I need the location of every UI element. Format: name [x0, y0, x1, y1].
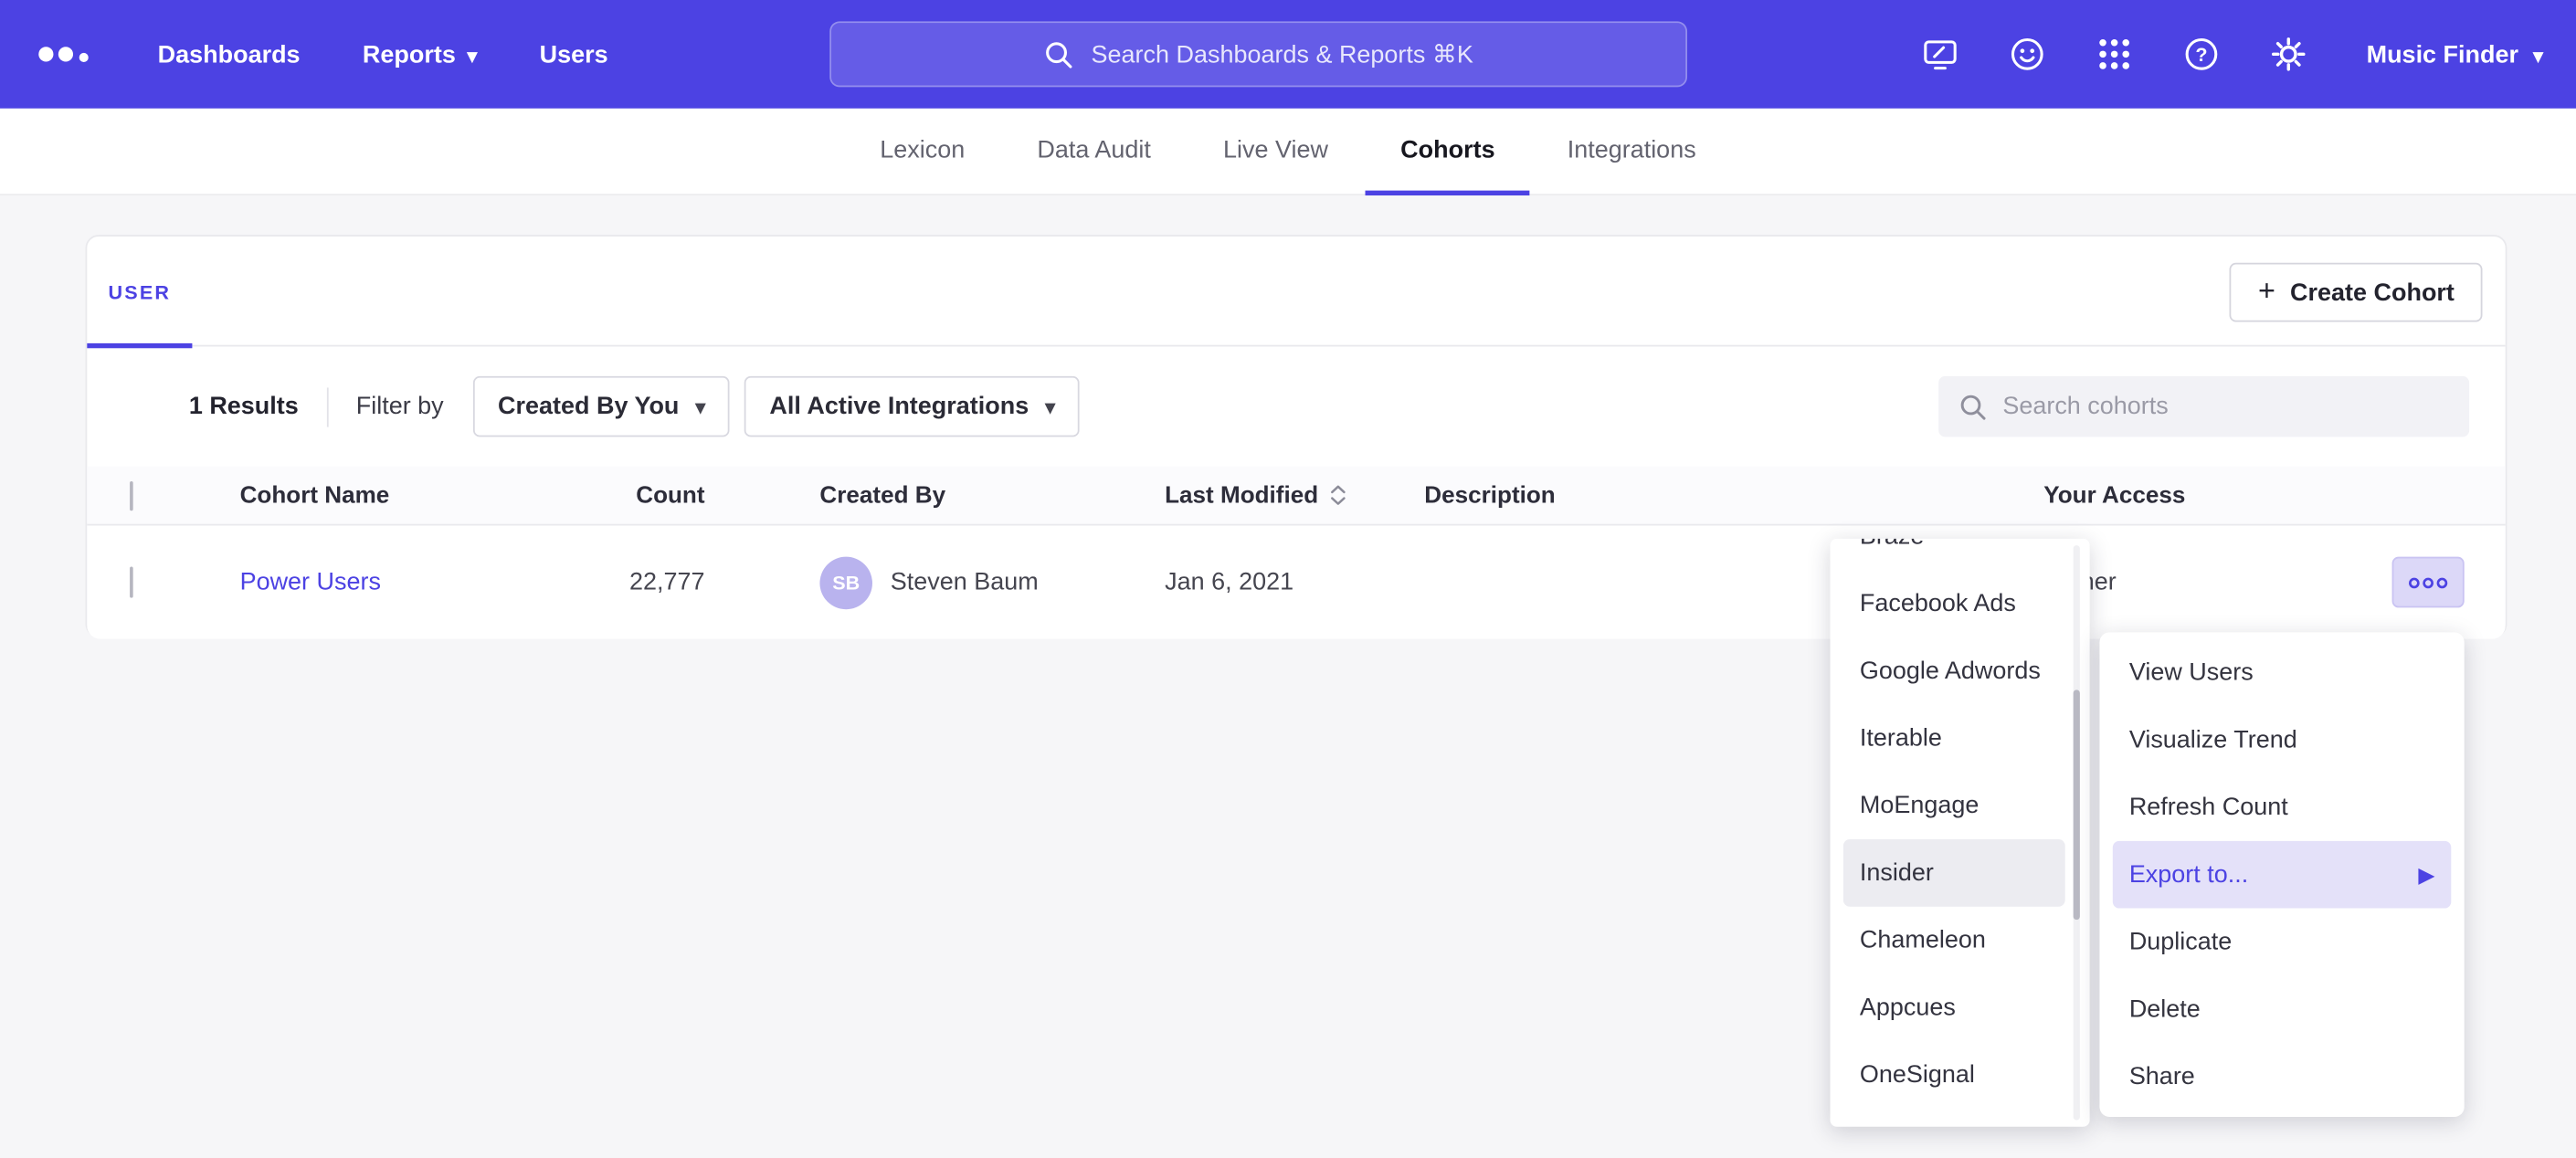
- column-header-cohort-name: Cohort Name: [240, 482, 508, 509]
- svg-text:?: ?: [2196, 43, 2208, 66]
- tab-cohorts-label: Cohorts: [1400, 135, 1494, 163]
- created-by-filter-dropdown[interactable]: Created By You ▾: [473, 376, 730, 437]
- divider: [326, 387, 328, 426]
- tab-integrations-label: Integrations: [1568, 135, 1696, 163]
- menu-item-share[interactable]: Share: [2113, 1043, 2451, 1111]
- integrations-filter-dropdown[interactable]: All Active Integrations ▾: [744, 376, 1080, 437]
- column-header-last-modified[interactable]: Last Modified: [1165, 482, 1424, 509]
- menu-item-iterable[interactable]: Iterable: [1843, 705, 2065, 773]
- nav-item-reports[interactable]: Reports ▾: [363, 40, 477, 68]
- tab-user-cohorts[interactable]: USER: [87, 237, 192, 346]
- menu-item-refresh-count[interactable]: Refresh Count: [2113, 774, 2451, 841]
- tab-cohorts[interactable]: Cohorts: [1366, 109, 1529, 195]
- menu-item-delete[interactable]: Delete: [2113, 975, 2451, 1043]
- column-header-your-access: Your Access: [2043, 482, 2391, 509]
- tab-data-audit-label: Data Audit: [1037, 135, 1150, 163]
- table-header: Cohort Name Count Created By Last Modifi…: [87, 467, 2505, 526]
- monitor-edit-icon[interactable]: [1921, 35, 1960, 74]
- menu-item-export-to[interactable]: Export to... ▶: [2113, 841, 2451, 909]
- account-menu[interactable]: Music Finder ▾: [2367, 40, 2543, 68]
- nav-item-reports-label: Reports: [363, 40, 456, 68]
- menu-item-chameleon[interactable]: Chameleon: [1843, 907, 2065, 974]
- plus-icon: +: [2258, 276, 2275, 305]
- integrations-filter-label: All Active Integrations: [769, 393, 1029, 421]
- table-row: Power Users 22,777 SB Steven Baum Jan 6,…: [87, 526, 2505, 639]
- create-cohort-label: Create Cohort: [2290, 279, 2455, 307]
- row-checkbox[interactable]: [130, 566, 133, 597]
- results-count: 1 Results: [189, 393, 299, 421]
- apps-grid-icon[interactable]: [2096, 35, 2135, 74]
- top-navbar: Dashboards Reports ▾ Users Search Dashbo…: [0, 0, 2576, 109]
- more-options-icon: [2407, 574, 2450, 591]
- caret-down-icon: ▾: [1045, 395, 1055, 418]
- row-actions-button[interactable]: [2392, 557, 2465, 608]
- cohort-count: 22,777: [508, 568, 705, 596]
- nav-item-dashboards[interactable]: Dashboards: [158, 40, 301, 68]
- menu-item-onesignal[interactable]: OneSignal: [1843, 1041, 2065, 1109]
- filter-bar: 1 Results Filter by Created By You ▾ All…: [87, 346, 2505, 466]
- cohort-context-menu-list: View Users Visualize Trend Refresh Count…: [2099, 639, 2464, 1111]
- cohort-name-link[interactable]: Power Users: [240, 568, 381, 596]
- cohort-type-tabs: USER + Create Cohort: [87, 237, 2505, 346]
- your-access-value: Owner: [2043, 568, 2391, 596]
- tab-lexicon[interactable]: Lexicon: [846, 109, 1000, 195]
- tab-integrations[interactable]: Integrations: [1533, 109, 1731, 195]
- menu-item-duplicate[interactable]: Duplicate: [2113, 909, 2451, 976]
- cohort-search-input[interactable]: [2002, 393, 2449, 421]
- column-header-description: Description: [1424, 482, 2043, 509]
- export-destinations-list: Braze Facebook Ads Google Adwords Iterab…: [1830, 539, 2089, 1125]
- cohorts-panel: USER + Create Cohort 1 Results Filter by…: [86, 235, 2507, 637]
- tab-live-view-label: Live View: [1223, 135, 1328, 163]
- menu-item-view-users[interactable]: View Users: [2113, 639, 2451, 707]
- export-destinations-menu: Braze Facebook Ads Google Adwords Iterab…: [1830, 539, 2089, 1127]
- global-search-placeholder: Search Dashboards & Reports ⌘K: [1092, 39, 1473, 68]
- global-search-bar[interactable]: Search Dashboards & Reports ⌘K: [829, 21, 1687, 87]
- column-header-count: Count: [508, 482, 705, 509]
- search-icon: [1043, 38, 1074, 69]
- nav-item-dashboards-label: Dashboards: [158, 40, 301, 68]
- tab-data-audit[interactable]: Data Audit: [1003, 109, 1186, 195]
- filter-by-label: Filter by: [356, 393, 444, 421]
- app-window: Dashboards Reports ▾ Users Search Dashbo…: [0, 0, 2576, 1158]
- submenu-arrow-icon: ▶: [2418, 861, 2434, 888]
- section-tabbar: Lexicon Data Audit Live View Cohorts Int…: [0, 109, 2576, 195]
- menu-item-insider[interactable]: Insider: [1843, 839, 2065, 907]
- cohort-search-box: [1938, 376, 2469, 437]
- mixpanel-logo[interactable]: [37, 43, 92, 66]
- menu-item-visualize-trend[interactable]: Visualize Trend: [2113, 706, 2451, 774]
- caret-down-icon: ▾: [695, 395, 705, 418]
- search-icon: [1958, 392, 1988, 421]
- created-by-name: Steven Baum: [891, 568, 1039, 596]
- menu-item-moengage[interactable]: MoEngage: [1843, 772, 2065, 839]
- cohort-context-menu: View Users Visualize Trend Refresh Count…: [2099, 632, 2464, 1117]
- scrollbar-thumb[interactable]: [2074, 690, 2080, 920]
- menu-item-google-adwords[interactable]: Google Adwords: [1843, 637, 2065, 705]
- tab-user-cohorts-label: USER: [109, 280, 172, 303]
- column-header-last-modified-label: Last Modified: [1165, 482, 1318, 509]
- caret-down-icon: ▾: [2533, 46, 2543, 66]
- active-tab-underline: [87, 343, 192, 348]
- select-all-checkbox[interactable]: [130, 480, 133, 510]
- nav-item-users-label: Users: [540, 40, 608, 68]
- menu-item-export-to-label: Export to...: [2129, 860, 2248, 889]
- help-icon[interactable]: ?: [2182, 35, 2222, 74]
- tab-lexicon-label: Lexicon: [880, 135, 965, 163]
- nav-item-users[interactable]: Users: [540, 40, 608, 68]
- menu-item-facebook-ads[interactable]: Facebook Ads: [1843, 570, 2065, 637]
- tab-live-view[interactable]: Live View: [1188, 109, 1363, 195]
- menu-item-braze[interactable]: Braze: [1843, 539, 2065, 570]
- settings-gear-icon[interactable]: [2270, 35, 2309, 74]
- sort-icon: [1330, 483, 1348, 508]
- caret-down-icon: ▾: [467, 46, 477, 66]
- last-modified-value: Jan 6, 2021: [1165, 568, 1424, 596]
- account-label: Music Finder: [2367, 40, 2518, 68]
- menu-item-appcues[interactable]: Appcues: [1843, 974, 2065, 1041]
- create-cohort-button[interactable]: + Create Cohort: [2230, 263, 2482, 322]
- feedback-smiley-icon[interactable]: [2009, 35, 2048, 74]
- created-by-filter-label: Created By You: [498, 393, 679, 421]
- column-header-created-by: Created By: [705, 482, 1166, 509]
- avatar: SB: [819, 556, 872, 609]
